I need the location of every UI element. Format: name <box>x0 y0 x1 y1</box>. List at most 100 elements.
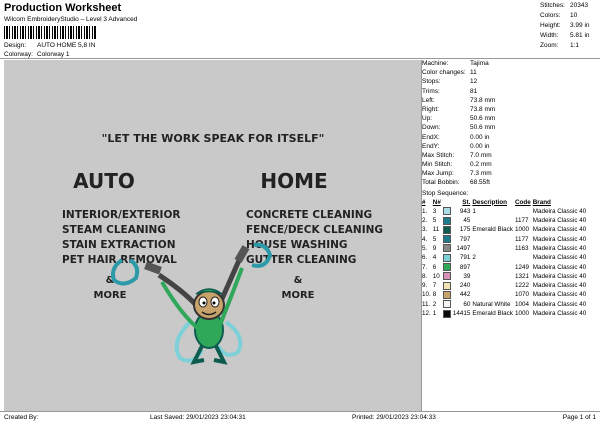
thread-brand: Madeira Classic 40 <box>532 207 587 215</box>
color-swatch <box>442 309 453 318</box>
thread-brand: Madeira Classic 40 <box>532 235 587 243</box>
colorway-label: Colorway: <box>4 51 33 58</box>
stitch-count: 943 <box>459 207 471 215</box>
home-more: MORE <box>282 290 315 301</box>
stop-sequence-table: # N# St. Description Code Brand 1. 3 943 1 M… <box>422 198 588 319</box>
color-swatch <box>442 207 453 216</box>
design-label: Design: <box>4 42 27 49</box>
thread-brand: Madeira Classic 40 <box>532 291 587 299</box>
machine-row: Left: 73.8 mm <box>422 96 496 104</box>
stitch-count: 240 <box>459 282 471 290</box>
worksheet-title: Production Worksheet <box>4 2 122 14</box>
color-swatch <box>442 253 453 262</box>
thread-code: 1249 <box>514 263 529 271</box>
stitch-count: 39 <box>463 272 471 280</box>
color-swatch <box>442 235 453 244</box>
thread-brand: Madeira Classic 40 <box>532 300 587 308</box>
needle-number: 9 <box>432 244 437 252</box>
column-header: Description <box>472 198 507 206</box>
stitch-count: 1497 <box>456 244 471 252</box>
row-number: 3. <box>422 226 428 234</box>
home-item: FENCE/DECK CLEANING <box>246 224 383 236</box>
auto-item: INTERIOR/EXTERIOR <box>62 209 180 221</box>
thread-code: 1004 <box>514 300 529 308</box>
thread-brand: Madeira Classic 40 <box>532 226 587 234</box>
stop-sequence-title: Stop Sequence: <box>422 189 469 197</box>
design-artwork: "LET THE WORK SPEAK FOR ITSELF" AUTO HOM… <box>62 132 383 365</box>
colorway-name: Colorway 1 <box>37 51 70 58</box>
needle-number: 6 <box>432 263 437 271</box>
thread-description: 1 <box>472 207 476 215</box>
needle-number: 11 <box>432 226 440 234</box>
machine-row: EndX: 0.00 in <box>422 133 490 141</box>
thread-color-swatch <box>442 235 451 244</box>
needle-number: 3 <box>432 207 437 215</box>
column-header: N# <box>432 198 441 206</box>
thread-code <box>515 207 533 216</box>
row-number: 12. <box>422 310 431 318</box>
row-number: 4. <box>422 235 428 243</box>
color-swatch <box>442 244 453 253</box>
design-info: Design: AUTO HOME 5,8 IN <box>4 42 95 49</box>
table-row: 2. 5 45 1177 Madeira Classic 40 <box>422 216 588 225</box>
thread-color-swatch <box>442 253 451 262</box>
thread-description <box>472 281 515 290</box>
thread-code: 1070 <box>514 291 529 299</box>
machine-row: Color changes: 11 <box>422 69 477 77</box>
last-saved: Last Saved: 29/01/2023 23:04:31 <box>150 414 246 421</box>
stat-width: Width: 5.81 in <box>540 32 590 39</box>
thread-brand: Madeira Classic 40 <box>532 282 587 290</box>
thread-code: 1321 <box>514 272 529 280</box>
table-row: 10. 8 442 1070 Madeira Classic 40 <box>422 290 588 299</box>
needle-number: 7 <box>432 282 437 290</box>
needle-number: 10 <box>432 272 440 280</box>
thread-color-swatch <box>442 272 451 281</box>
auto-heading: AUTO <box>73 169 135 193</box>
row-number: 10. <box>422 291 431 299</box>
column-header: St. <box>462 198 471 206</box>
column-header: Brand <box>532 198 551 206</box>
table-row: 3. 11 175 Emerald Black 1000 Madeira Classic … <box>422 225 588 234</box>
stat-height: Height: 3.99 in <box>540 22 590 29</box>
home-ampersand: & <box>294 275 303 286</box>
column-header: Code <box>514 198 531 206</box>
thread-description <box>472 262 515 271</box>
machine-row: Trims: 81 <box>422 87 478 95</box>
row-number: 1. <box>422 207 428 215</box>
machine-info-panel: Machine: Tajima Color changes: 11 Stops: 12… <box>422 60 600 318</box>
stitch-count: 442 <box>459 291 471 299</box>
thread-color-swatch <box>442 244 451 253</box>
thread-color-swatch <box>442 300 451 309</box>
footer: Created By: Last Saved: 29/01/2023 23:04… <box>0 411 600 425</box>
auto-item: STAIN EXTRACTION <box>62 239 176 251</box>
thread-description <box>472 216 515 225</box>
table-header-row: # N# St. Description Code Brand <box>422 198 588 207</box>
stitch-count: 45 <box>463 217 471 225</box>
machine-row: Right: 73.8 mm <box>422 105 496 113</box>
stitch-count: 897 <box>459 263 471 271</box>
stitch-count: 60 <box>463 300 471 308</box>
table-row: 1. 3 943 1 Madeira Classic 40 <box>422 207 588 216</box>
thread-description: Natural White <box>472 300 511 308</box>
thread-description <box>472 290 515 299</box>
thread-brand: Madeira Classic 40 <box>532 310 587 318</box>
stitch-count: 14415 <box>452 310 471 318</box>
color-swatch <box>442 290 453 299</box>
needle-number: 1 <box>432 310 437 318</box>
colorway-info: Colorway: Colorway 1 <box>4 51 70 58</box>
machine-row: Stops: 12 <box>422 78 478 86</box>
thread-brand: Madeira Classic 40 <box>532 217 587 225</box>
auto-item: STEAM CLEANING <box>62 224 166 236</box>
table-row: 8. 10 39 1321 Madeira Classic 40 <box>422 272 588 281</box>
stitch-count: 791 <box>459 254 471 262</box>
stat-zoom: Zoom: 1:1 <box>540 42 580 49</box>
thread-brand: Madeira Classic 40 <box>532 254 587 262</box>
stitch-count: 797 <box>459 235 471 243</box>
stop-sequence-rows: 1. 3 943 1 Madeira Classic 40 2. 5 45 1177 Madeir… <box>422 207 588 319</box>
thread-description: 2 <box>472 254 476 262</box>
row-number: 8. <box>422 272 428 280</box>
design-preview: "LET THE WORK SPEAK FOR ITSELF" AUTO HOM… <box>4 60 421 412</box>
machine-row: Max Jump: 7.3 mm <box>422 170 492 178</box>
color-swatch <box>442 272 453 281</box>
thread-description <box>472 235 515 244</box>
